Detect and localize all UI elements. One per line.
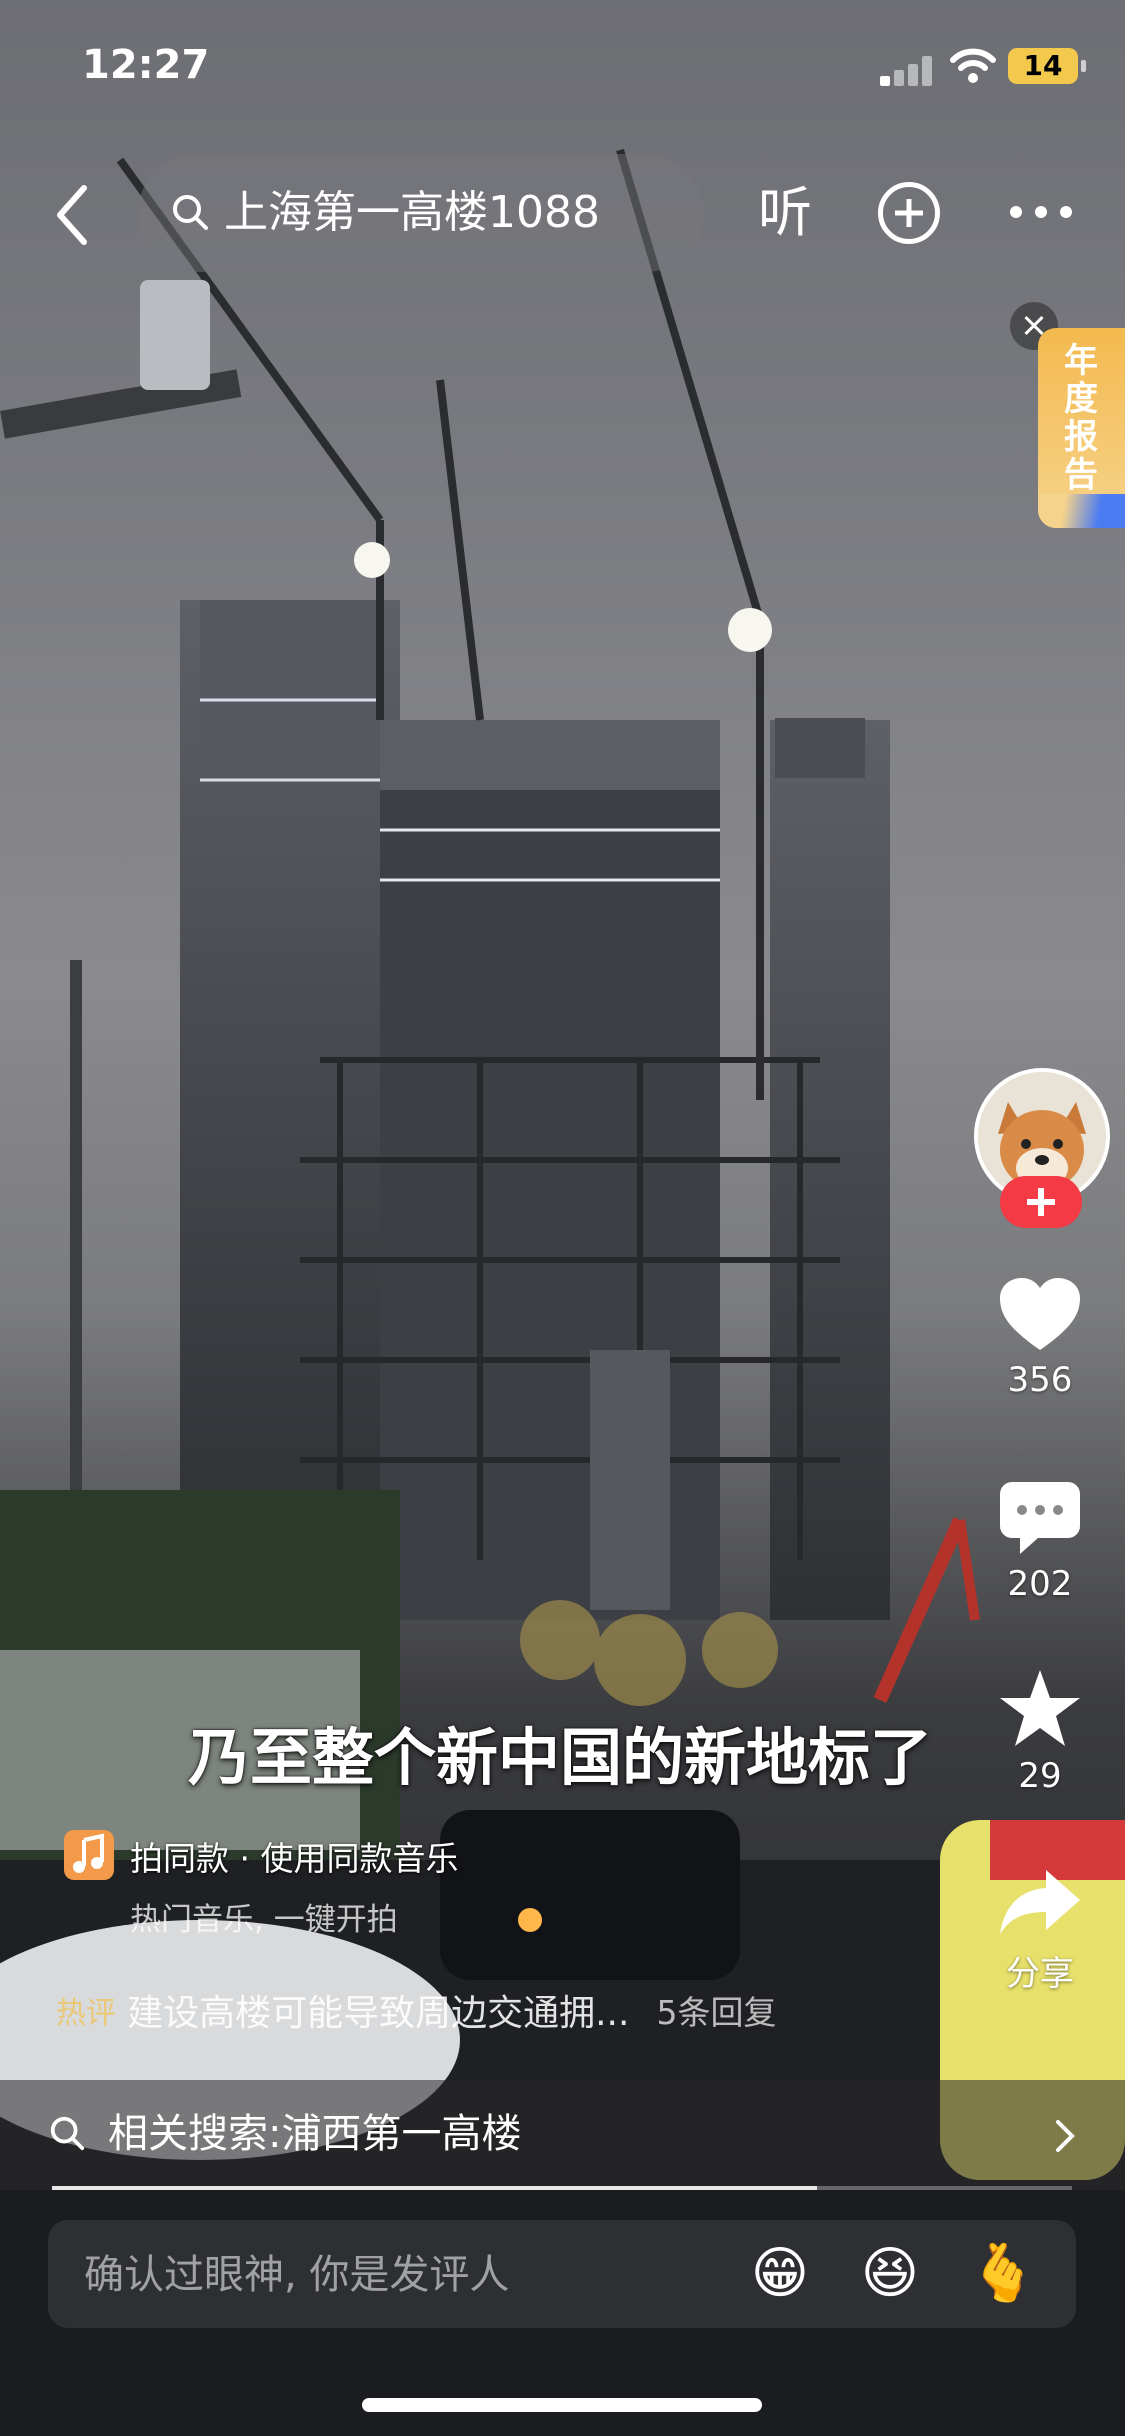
laughing-emoji-button[interactable]: 😆 bbox=[858, 2242, 922, 2306]
favorite-count: 29 bbox=[1018, 1756, 1062, 1796]
share-button[interactable]: 分享 bbox=[970, 1866, 1110, 1995]
music-subtitle: 热门音乐, 一键开拍 bbox=[130, 1902, 398, 1938]
music-note-icon bbox=[64, 1830, 114, 1880]
search-query: 上海第一高楼1088 bbox=[224, 187, 600, 238]
battery-indicator: 14 bbox=[1008, 48, 1086, 84]
annual-report-badge[interactable]: 年度报告 bbox=[1038, 328, 1125, 528]
finger-heart-emoji-button[interactable]: 🫰 bbox=[968, 2242, 1038, 2306]
favorite-button[interactable]: 29 bbox=[970, 1668, 1110, 1796]
back-button[interactable] bbox=[48, 180, 98, 250]
comment-bubble-icon bbox=[1000, 1482, 1080, 1554]
listen-button[interactable]: 听 bbox=[758, 178, 812, 248]
comment-count: 202 bbox=[1007, 1564, 1073, 1604]
video-progress-bar[interactable] bbox=[52, 2186, 1072, 2190]
search-icon bbox=[173, 195, 208, 230]
grinning-emoji-button[interactable]: 😁 bbox=[748, 2242, 812, 2306]
like-count: 356 bbox=[1007, 1360, 1073, 1400]
search-bar[interactable]: 上海第一高楼1088 bbox=[138, 154, 704, 272]
video-subtitle: 乃至整个新中国的新地标了 bbox=[187, 1721, 932, 1794]
share-label: 分享 bbox=[1006, 1954, 1074, 1994]
annual-report-label: 年度报告 bbox=[1064, 341, 1098, 495]
hot-comment-text: 建设高楼可能导致周边交通拥... bbox=[127, 1993, 630, 2034]
more-options-button[interactable] bbox=[1010, 206, 1072, 220]
add-button[interactable] bbox=[878, 182, 940, 244]
share-arrow-icon bbox=[1000, 1870, 1080, 1934]
status-bar: 12:27 14 bbox=[0, 0, 1125, 130]
like-button[interactable]: 356 bbox=[970, 1276, 1110, 1400]
comment-input-bar: 😁 😆 🫰 bbox=[48, 2220, 1076, 2328]
star-icon bbox=[1000, 1670, 1080, 1746]
hot-comment-tag: 热评 bbox=[56, 1996, 116, 2031]
heart-icon bbox=[1000, 1278, 1080, 1350]
comment-input[interactable] bbox=[82, 2238, 726, 2312]
action-rail: 356 202 29 分享 bbox=[970, 1064, 1110, 2024]
chevron-right-icon bbox=[1056, 2120, 1075, 2152]
music-tag[interactable]: 拍同款 · 使用同款音乐 热门音乐, 一键开拍 bbox=[52, 1822, 492, 1952]
wifi-icon bbox=[950, 48, 996, 83]
comment-button[interactable]: 202 bbox=[970, 1480, 1110, 1604]
cellular-signal-icon bbox=[880, 52, 940, 86]
annual-report-stripe bbox=[1038, 494, 1125, 528]
search-icon bbox=[50, 2116, 85, 2151]
music-title: 拍同款 · 使用同款音乐 bbox=[130, 1839, 459, 1878]
hot-comment-preview[interactable]: 热评 建设高楼可能导致周边交通拥... 5条回复 bbox=[56, 1984, 956, 2044]
status-time: 12:27 bbox=[82, 42, 210, 88]
follow-button[interactable] bbox=[1000, 1176, 1082, 1228]
related-search-label: 相关搜索:浦西第一高楼 bbox=[108, 2111, 522, 2157]
reply-count[interactable]: 5条回复 bbox=[657, 1993, 777, 2032]
video-progress-fill bbox=[52, 2186, 817, 2190]
top-nav: 上海第一高楼1088 听 bbox=[0, 150, 1125, 280]
home-indicator bbox=[362, 2398, 762, 2412]
related-search-bar[interactable]: 相关搜索:浦西第一高楼 bbox=[0, 2080, 1125, 2190]
